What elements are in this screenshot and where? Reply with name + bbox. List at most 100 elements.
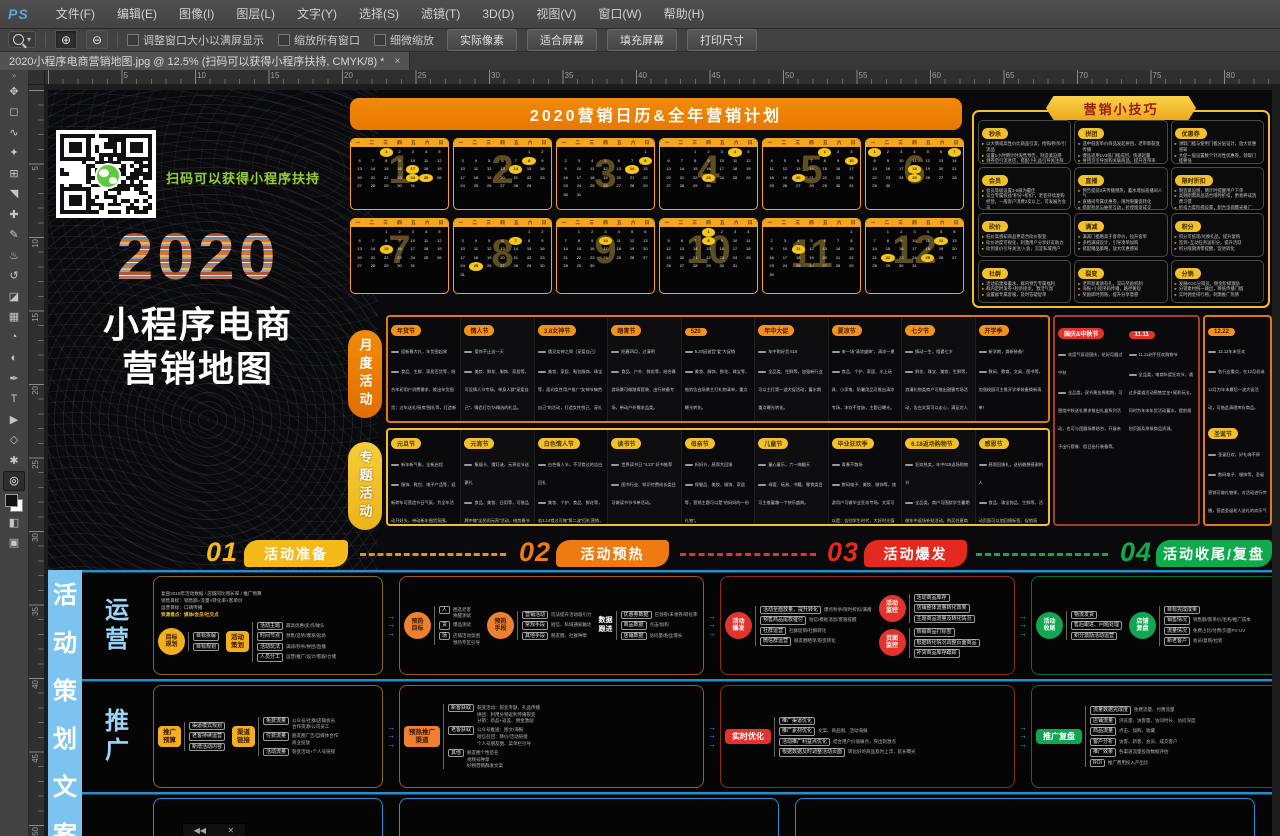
date-cell: 29: [689, 182, 702, 191]
label-pill: [905, 371, 913, 373]
date-cell: 19: [805, 254, 818, 263]
healing-brush-tool[interactable]: ✚: [3, 204, 25, 225]
close-icon[interactable]: ✕: [228, 826, 235, 835]
screen-mode-button[interactable]: ▣: [3, 533, 25, 554]
menu-9[interactable]: 窗口(W): [587, 0, 652, 28]
hand-tool[interactable]: ✱: [3, 450, 25, 471]
quick-mask-button[interactable]: ◧: [3, 512, 25, 533]
eyedropper-tool[interactable]: ◥: [3, 184, 25, 205]
branch-sub: 朋友圈个性签名: [467, 750, 503, 756]
branch-label: 渠道模式规划: [189, 722, 225, 731]
menu-0[interactable]: 文件(F): [45, 0, 106, 28]
horizontal-ruler[interactable]: 5101520253035404550556065707580: [44, 70, 1280, 85]
option-button-2[interactable]: 填充屏幕: [607, 29, 677, 51]
calendar-body: 9123456789101112131415161718192021222324…: [557, 227, 654, 272]
gradient-tool[interactable]: ▦: [3, 307, 25, 328]
blur-tool[interactable]: ◔: [3, 327, 25, 348]
checkbox-1[interactable]: 缩放所有窗口: [278, 32, 360, 48]
date-blank: [469, 148, 482, 157]
branch-subs: 朋友圈个性签名视频号种草好物营销群发文案: [467, 749, 503, 770]
eraser-tool[interactable]: ◪: [3, 286, 25, 307]
zoom-tool-preset[interactable]: ▾: [8, 31, 36, 48]
date-cell: 20: [496, 174, 509, 183]
activity-title: 元宵节: [464, 438, 494, 449]
vertical-ruler[interactable]: 5101520253035404550: [28, 84, 45, 836]
clone-stamp-tool[interactable]: ♨: [3, 245, 25, 266]
flow-arrows-icon: →→→: [1016, 572, 1030, 679]
pen-tool[interactable]: ✒: [3, 368, 25, 389]
poster-year: 2020: [48, 218, 348, 294]
date-blank: [612, 148, 625, 157]
branch-label: 推广素材优化: [779, 727, 815, 736]
date-cell: 23: [881, 174, 894, 183]
option-button-1[interactable]: 适合屏幕: [527, 29, 597, 51]
path-select-tool[interactable]: ▶: [3, 409, 25, 430]
weekday: 三: [795, 140, 800, 146]
checkbox-box[interactable]: [127, 34, 139, 46]
intro-line: 销售目标：销售额=流量×转化率×客单价: [161, 598, 378, 605]
shape-tool[interactable]: ◇: [3, 430, 25, 451]
activity-card-元宵节: 元宵节集福卡、猜灯谜，元宵佳节送豪礼食品、美妆、日用等，可借品牌IP做“全民闹元…: [461, 430, 534, 524]
menu-4[interactable]: 文字(Y): [286, 0, 348, 28]
checkbox-box[interactable]: [374, 34, 386, 46]
activity-title: 开学季: [979, 325, 1009, 336]
activity-title: 年中大促: [758, 325, 794, 336]
branch-label: 店铺数据: [621, 632, 647, 641]
menu-8[interactable]: 视图(V): [525, 0, 587, 28]
marquee-tool[interactable]: ◻: [3, 102, 25, 123]
arrow: →: [708, 630, 716, 638]
menu-7[interactable]: 3D(D): [471, 0, 525, 28]
date-grid: 1234567891011121314151617181920212223242…: [868, 228, 961, 271]
collapse-panel-icon[interactable]: »: [12, 71, 16, 81]
cell-运营-2: 活动 爆发活动全面放量，提升转化爆点秒杀/限时折扣/满赠预售商品尾款催付短信/模…: [720, 576, 1015, 675]
checkbox-2[interactable]: 细微缩放: [374, 32, 434, 48]
weekday: 日: [542, 220, 547, 226]
highlight-card-11.11: 11.1111.11剁手狂欢购物节全品类，电商年度狂欢节，通过多渠道活动预售定金…: [1129, 323, 1196, 518]
date-cell: 3: [778, 237, 791, 246]
branch-subs: 会员/复购/拉新: [1193, 637, 1223, 644]
zoom-out-button[interactable]: ⊖: [86, 30, 108, 49]
close-icon[interactable]: ×: [394, 56, 400, 67]
move-tool[interactable]: ✥: [3, 81, 25, 102]
checkbox-0[interactable]: 调整窗口大小以满屏显示: [127, 32, 264, 48]
date-cell: 9: [895, 237, 908, 246]
rewind-icon[interactable]: ◀◀: [194, 826, 206, 835]
canvas-area[interactable]: 扫码可以获得小程序扶持 2020 小程序电商 营销地图 2020营销日历&全年营…: [44, 84, 1280, 836]
date-cell: 12: [742, 157, 755, 166]
brush-tool[interactable]: ✎: [3, 225, 25, 246]
weekday: 二: [885, 140, 890, 146]
quick-select-tool[interactable]: ✦: [3, 143, 25, 164]
zoom-in-button[interactable]: ⊕: [55, 30, 77, 49]
dodge-tool[interactable]: ◐: [3, 348, 25, 369]
date-cell: 19: [483, 174, 496, 183]
branch-subs: 点击、加购、收藏: [1119, 727, 1155, 734]
document-tab[interactable]: 2020小程序电商营销地图.jpg @ 12.5% (扫码可以获得小程序扶持, …: [0, 51, 410, 70]
history-brush-tool[interactable]: ↺: [3, 266, 25, 287]
date-cell: 23: [765, 262, 778, 271]
ruler-h-label: 25: [418, 71, 427, 80]
date-cell: 17: [599, 245, 612, 254]
menu-6[interactable]: 滤镜(T): [410, 0, 471, 28]
type-tool[interactable]: T: [3, 389, 25, 410]
branch-sub: 爆点秒杀/限时折扣/满赠: [824, 607, 872, 613]
foreground-color-swatch[interactable]: [5, 494, 18, 507]
mini-scroll-controls[interactable]: ◀◀ ✕: [182, 823, 246, 836]
lasso-tool[interactable]: ∿: [3, 122, 25, 143]
date-blank: [456, 228, 469, 237]
menu-1[interactable]: 编辑(E): [106, 0, 168, 28]
date-cell: 8: [380, 157, 393, 166]
checkbox-box[interactable]: [278, 34, 290, 46]
menu-10[interactable]: 帮助(H): [653, 0, 716, 28]
option-button-0[interactable]: 实际像素: [447, 29, 517, 51]
option-button-3[interactable]: 打印尺寸: [687, 29, 757, 51]
date-blank: [778, 148, 791, 157]
color-swatches[interactable]: [5, 494, 23, 512]
date-cell: 5: [778, 157, 791, 166]
menu-3[interactable]: 图层(L): [225, 0, 286, 28]
menu-2[interactable]: 图像(I): [168, 0, 225, 28]
crop-tool[interactable]: ⊞: [3, 163, 25, 184]
zoom-tool[interactable]: ◎: [3, 471, 25, 492]
weekday: 三: [589, 140, 594, 146]
label-pill: [1058, 354, 1066, 356]
menu-5[interactable]: 选择(S): [348, 0, 410, 28]
